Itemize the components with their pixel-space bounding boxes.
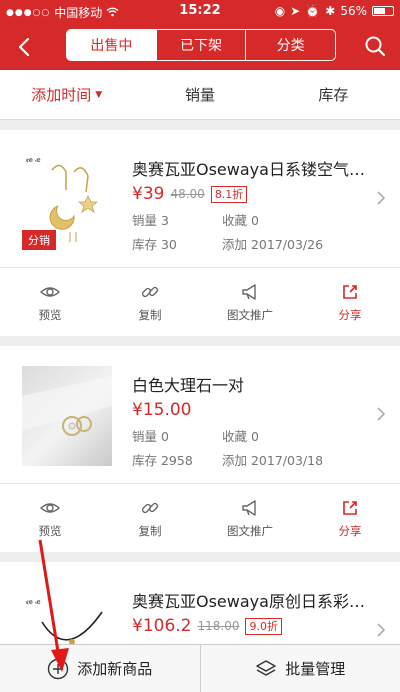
added-date: 添加 2017/03/26	[222, 237, 324, 252]
back-icon[interactable]	[14, 36, 36, 58]
batch-manage-label: 批量管理	[285, 660, 346, 678]
product-image: ꬲꬳ ꬴ	[22, 582, 112, 644]
product-card: ꬲꬳ ꬴ 分销 奥赛瓦亚Osewaya日系镂空气质… ¥39 48.00 8.1…	[0, 130, 400, 336]
price-row: ¥39 48.00 8.1折	[132, 184, 248, 204]
share-icon	[343, 284, 357, 299]
chevron-right-icon	[377, 623, 386, 637]
lock-rotation-icon: ◉	[274, 4, 286, 18]
product-card: 白色大理石一对 ¥15.00 销量 0 收藏 0 库存 2958 添加 2017…	[0, 346, 400, 552]
copy-label: 复制	[138, 523, 162, 538]
layers-icon	[256, 659, 276, 676]
share-button[interactable]: 分享	[300, 484, 400, 552]
tab-category[interactable]: 分类	[246, 30, 335, 60]
preview-button[interactable]: 预览	[0, 484, 100, 552]
original-price: 118.00	[197, 619, 240, 633]
copy-button[interactable]: 复制	[100, 484, 200, 552]
promo-button[interactable]: 图文推广	[200, 484, 300, 552]
tab-off-shelf[interactable]: 已下架	[157, 30, 247, 60]
promo-label: 图文推广	[227, 307, 273, 322]
action-bar: 预览 复制 图文推广 分享	[0, 268, 400, 336]
original-price: 48.00	[170, 187, 205, 201]
price-row: ¥15.00	[132, 400, 191, 420]
nav-bar: 出售中 已下架 分类	[0, 22, 400, 70]
product-image	[22, 366, 112, 466]
link-icon	[141, 286, 159, 297]
product-title: 白色大理石一对	[132, 376, 245, 395]
add-product-label: 添加新商品	[77, 660, 153, 678]
sort-label-added: 添加时间	[31, 86, 92, 104]
sort-by-stock[interactable]: 库存	[267, 70, 400, 119]
eye-icon	[40, 502, 60, 513]
sort-label-sales: 销量	[184, 86, 215, 104]
product-price: ¥106.2	[132, 616, 192, 636]
preview-label: 预览	[38, 307, 62, 322]
stock-count: 库存 2958	[132, 453, 193, 468]
sort-by-sales[interactable]: 销量	[133, 70, 266, 119]
search-icon[interactable]	[364, 35, 386, 57]
discount-badge: 9.0折	[245, 617, 282, 635]
action-bar: 预览 复制 图文推广 分享	[0, 484, 400, 552]
preview-button[interactable]: 预览	[0, 268, 100, 336]
discount-badge: 8.1折	[210, 185, 248, 203]
marble-earring-image	[22, 376, 112, 436]
share-label: 分享	[338, 307, 362, 322]
price-row: ¥106.2 118.00 9.0折	[132, 616, 282, 636]
battery-icon	[372, 6, 394, 16]
product-info[interactable]: ꬲꬳ ꬴ 奥赛瓦亚Osewaya原创日系彩钻… ¥106.2 118.00 9.…	[0, 562, 400, 644]
share-label: 分享	[338, 523, 362, 538]
sales-count: 销量 0	[132, 429, 169, 444]
favorite-count: 收藏 0	[222, 429, 259, 444]
favorite-count: 收藏 0	[222, 213, 259, 228]
sales-count: 销量 3	[132, 213, 169, 228]
chevron-right-icon	[377, 191, 386, 205]
status-icons: ◉ ➤ ⏰ ✱ 56%	[275, 4, 394, 18]
promo-label: 图文推广	[227, 523, 273, 538]
share-icon	[343, 500, 357, 515]
batch-manage-button[interactable]: 批量管理	[199, 645, 400, 692]
added-date: 添加 2017/03/18	[222, 453, 324, 468]
sort-by-added-time[interactable]: 添加时间 ▼	[0, 70, 133, 119]
plus-circle-icon	[48, 658, 69, 679]
sort-down-icon: ▼	[95, 89, 103, 100]
product-image: ꬲꬳ ꬴ 分销	[22, 150, 112, 250]
share-button[interactable]: 分享	[300, 268, 400, 336]
megaphone-icon	[242, 283, 256, 300]
product-title: 奥赛瓦亚Osewaya原创日系彩钻…	[132, 592, 376, 611]
product-title: 奥赛瓦亚Osewaya日系镂空气质…	[132, 160, 376, 179]
bluetooth-icon: ✱	[325, 4, 336, 18]
stock-count: 库存 30	[132, 237, 177, 252]
alarm-icon: ⏰	[305, 4, 321, 18]
product-price: ¥15.00	[132, 400, 192, 420]
product-info[interactable]: ꬲꬳ ꬴ 分销 奥赛瓦亚Osewaya日系镂空气质… ¥39 48.00 8.1…	[0, 130, 400, 268]
megaphone-icon	[242, 499, 256, 516]
svg-text:ꬲꬳ ꬴ: ꬲꬳ ꬴ	[26, 156, 41, 164]
product-card: ꬲꬳ ꬴ 奥赛瓦亚Osewaya原创日系彩钻… ¥106.2 118.00 9.…	[0, 562, 400, 644]
location-icon: ➤	[290, 4, 301, 18]
status-bar: ●●●○○ 中国移动 15:22 ◉ ➤ ⏰ ✱ 56%	[0, 0, 400, 22]
copy-label: 复制	[138, 307, 162, 322]
product-price: ¥39	[132, 184, 165, 204]
bottom-bar: 添加新商品 批量管理	[0, 644, 400, 692]
eye-icon	[40, 286, 60, 297]
segment-tabs: 出售中 已下架 分类	[66, 29, 336, 61]
sort-label-stock: 库存	[318, 86, 349, 104]
link-icon	[141, 502, 159, 513]
necklace-image: ꬲꬳ ꬴ	[26, 598, 103, 644]
sort-bar: 添加时间 ▼ 销量 库存	[0, 70, 400, 120]
product-info[interactable]: 白色大理石一对 ¥15.00 销量 0 收藏 0 库存 2958 添加 2017…	[0, 346, 400, 484]
battery-percent: 56%	[340, 4, 367, 18]
add-product-button[interactable]: 添加新商品	[0, 645, 200, 692]
svg-text:ꬲꬳ ꬴ: ꬲꬳ ꬴ	[26, 598, 41, 606]
tab-on-sale[interactable]: 出售中	[67, 30, 157, 60]
chevron-right-icon	[377, 407, 386, 421]
distribution-tag: 分销	[22, 230, 56, 250]
promo-button[interactable]: 图文推广	[200, 268, 300, 336]
preview-label: 预览	[38, 523, 62, 538]
copy-button[interactable]: 复制	[100, 268, 200, 336]
